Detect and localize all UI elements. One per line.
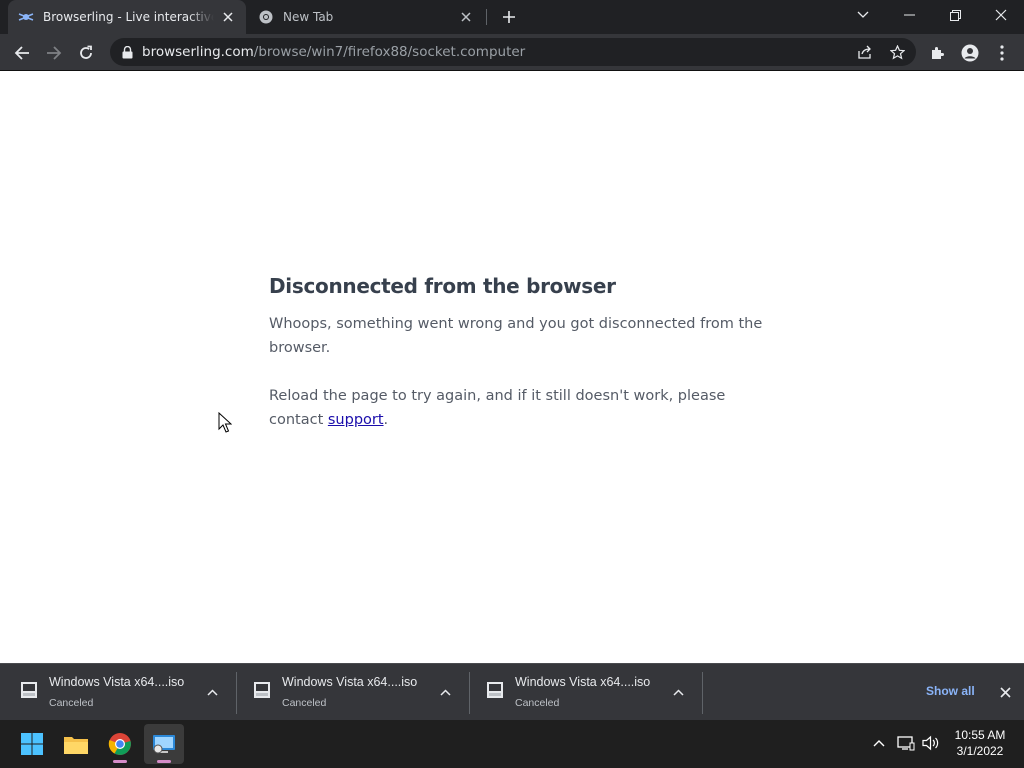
page-content: Disconnected from the browser Whoops, so… (0, 71, 1024, 663)
back-button[interactable] (8, 39, 36, 67)
tab-browserling[interactable]: Browserling - Live interactive cro (8, 0, 246, 34)
iso-file-icon (21, 682, 37, 698)
bookmark-star-icon[interactable] (889, 44, 905, 60)
minimize-icon (903, 14, 915, 16)
minimize-button[interactable] (886, 0, 932, 30)
chrome-icon (108, 733, 131, 755)
download-item[interactable]: Windows Vista x64....iso Canceled (466, 664, 703, 721)
download-filename: Windows Vista x64....iso (282, 675, 418, 689)
reload-icon (80, 45, 92, 59)
chrome-taskbar-button[interactable] (100, 724, 140, 764)
url-host: browserling.com (142, 44, 254, 60)
disconnect-description: Whoops, something went wrong and you got… (269, 316, 763, 356)
new-tab-button[interactable] (498, 6, 520, 28)
profile-button[interactable] (956, 39, 984, 67)
support-link[interactable]: support (328, 412, 384, 428)
mouse-cursor-icon (218, 412, 232, 433)
extensions-button[interactable] (924, 39, 952, 67)
iso-file-icon (254, 682, 270, 698)
tab-divider (486, 9, 487, 25)
disconnect-message: Disconnected from the browser Whoops, so… (269, 274, 769, 456)
download-status: Canceled (282, 697, 327, 709)
puzzle-icon (932, 47, 944, 59)
plus-icon (503, 11, 515, 23)
restore-icon (949, 9, 961, 21)
show-all-button[interactable]: Show all (912, 682, 989, 700)
tab-search-button[interactable] (840, 0, 886, 30)
tab-close-icon[interactable] (220, 9, 236, 25)
divider (702, 672, 703, 714)
close-icon (995, 9, 1007, 21)
url-text[interactable]: browserling.com/browse/win7/firefox88/so… (142, 44, 525, 60)
download-item[interactable]: Windows Vista x64....iso Canceled (233, 664, 470, 721)
arrow-right-icon (47, 46, 62, 60)
remote-desktop-icon (153, 735, 175, 754)
share-icon[interactable] (857, 44, 873, 60)
download-status: Canceled (515, 697, 560, 709)
volume-icon[interactable] (922, 734, 940, 752)
page-title: Disconnected from the browser (269, 274, 616, 298)
chevron-up-icon[interactable] (870, 734, 888, 752)
tab-strip: Browserling - Live interactive cro New T… (0, 0, 1024, 34)
arrow-left-icon (14, 46, 29, 60)
tab-close-icon[interactable] (458, 9, 474, 25)
browser-toolbar: browserling.com/browse/win7/firefox88/so… (0, 34, 1024, 71)
download-filename: Windows Vista x64....iso (49, 675, 185, 689)
windows-start-icon (21, 733, 43, 755)
address-bar[interactable]: browserling.com/browse/win7/firefox88/so… (110, 38, 916, 66)
close-window-button[interactable] (978, 0, 1024, 30)
chevron-up-icon[interactable] (204, 684, 220, 700)
restore-button[interactable] (932, 0, 978, 30)
download-shelf: Windows Vista x64....iso Canceled Window… (0, 663, 1024, 720)
close-icon (999, 686, 1011, 698)
forward-button[interactable] (40, 39, 68, 67)
clock-date: 3/1/2022 (956, 744, 1004, 758)
chrome-icon (258, 9, 274, 25)
download-filename: Windows Vista x64....iso (515, 675, 651, 689)
reload-button[interactable] (72, 39, 100, 67)
browserling-icon (18, 9, 34, 25)
system-clock[interactable]: 10:55 AM 3/1/2022 (944, 727, 1016, 759)
clock-time: 10:55 AM (954, 728, 1006, 742)
download-item[interactable]: Windows Vista x64....iso Canceled (0, 664, 237, 721)
kebab-menu-icon (1000, 45, 1004, 61)
lock-icon[interactable] (120, 45, 134, 59)
instructions-end: . (383, 412, 389, 428)
network-icon[interactable] (897, 734, 915, 752)
tab-title: Browserling - Live interactive cro (43, 10, 214, 24)
download-status: Canceled (49, 697, 94, 709)
chevron-up-icon[interactable] (437, 684, 453, 700)
remote-desktop-button[interactable] (144, 724, 184, 764)
close-shelf-button[interactable] (996, 683, 1014, 701)
profile-icon (961, 44, 979, 62)
file-explorer-icon (64, 737, 88, 754)
menu-button[interactable] (988, 39, 1016, 67)
reload-instructions: Reload the page to try again, and if it … (269, 384, 769, 432)
chevron-down-icon (857, 11, 869, 18)
start-button[interactable] (12, 724, 52, 764)
tab-new-tab[interactable]: New Tab (246, 0, 486, 34)
file-explorer-button[interactable] (56, 724, 96, 764)
iso-file-icon (487, 682, 503, 698)
chevron-up-icon[interactable] (670, 684, 686, 700)
tab-title: New Tab (283, 10, 334, 24)
url-path: /browse/win7/firefox88/socket.computer (253, 44, 526, 60)
